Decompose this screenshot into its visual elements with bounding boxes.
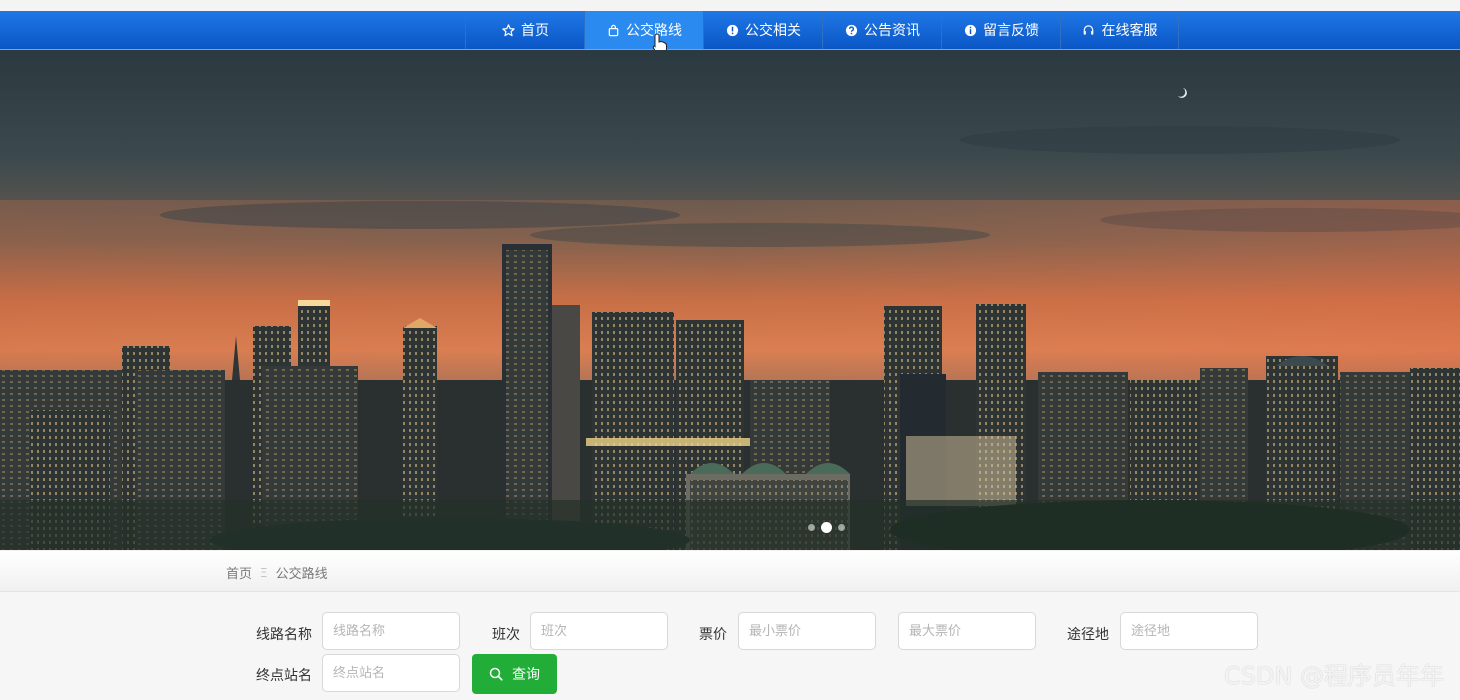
nav-item-bus-related[interactable]: 公交相关 (703, 11, 822, 49)
carousel-dot[interactable] (838, 524, 845, 531)
nav-label: 首页 (521, 23, 549, 39)
route-name-input[interactable] (322, 612, 460, 650)
breadcrumb-bar: 首页 Ξ 公交路线 (0, 551, 1460, 591)
exclamation-circle-icon (725, 23, 739, 37)
carousel-dot[interactable] (808, 524, 815, 531)
top-strip (0, 0, 1460, 11)
breadcrumb: 首页 Ξ 公交路线 (226, 563, 328, 583)
search-icon (489, 667, 503, 681)
hero-banner (0, 50, 1460, 550)
min-price-input[interactable] (738, 612, 876, 650)
search-button[interactable]: 查询 (472, 654, 557, 694)
carousel-dot-active[interactable] (821, 522, 832, 533)
city-skyline-image (0, 50, 1460, 550)
breadcrumb-home-link[interactable]: 首页 (226, 563, 252, 582)
nav-item-feedback[interactable]: 留言反馈 (941, 11, 1060, 49)
breadcrumb-separator: Ξ (260, 565, 268, 580)
trips-input[interactable] (530, 612, 668, 650)
nav-item-announcements[interactable]: 公告资讯 (822, 11, 941, 49)
question-circle-icon (844, 23, 858, 37)
breadcrumb-current: 公交路线 (275, 567, 328, 582)
info-circle-icon (963, 23, 977, 37)
nav-item-online-service[interactable]: 在线客服 (1060, 11, 1179, 49)
trips-label: 班次 (492, 627, 520, 643)
via-input[interactable] (1120, 612, 1258, 650)
csdn-watermark: CSDN @程序员年年 (1223, 662, 1444, 690)
star-icon (501, 23, 515, 37)
nav-list: 首页 公交路线 公交相关 公告资讯 留言反馈 在线客服 (465, 11, 1179, 49)
search-button-label: 查询 (512, 667, 540, 683)
bag-icon (606, 23, 620, 37)
terminal-input[interactable] (322, 654, 460, 692)
via-label: 途径地 (1067, 627, 1109, 643)
nav-item-home[interactable]: 首页 (465, 11, 584, 49)
terminal-label: 终点站名 (256, 668, 312, 684)
nav-item-bus-routes[interactable]: 公交路线 (584, 11, 703, 49)
headset-icon (1082, 23, 1096, 37)
main-navbar: 首页 公交路线 公交相关 公告资讯 留言反馈 在线客服 (0, 11, 1460, 55)
nav-label: 留言反馈 (983, 23, 1039, 39)
nav-label: 公交相关 (745, 23, 801, 39)
route-name-label: 线路名称 (256, 627, 312, 643)
carousel-dots (808, 522, 845, 533)
nav-label: 公告资讯 (864, 23, 920, 39)
nav-label: 在线客服 (1101, 23, 1158, 39)
max-price-input[interactable] (898, 612, 1036, 650)
price-label: 票价 (699, 627, 727, 643)
